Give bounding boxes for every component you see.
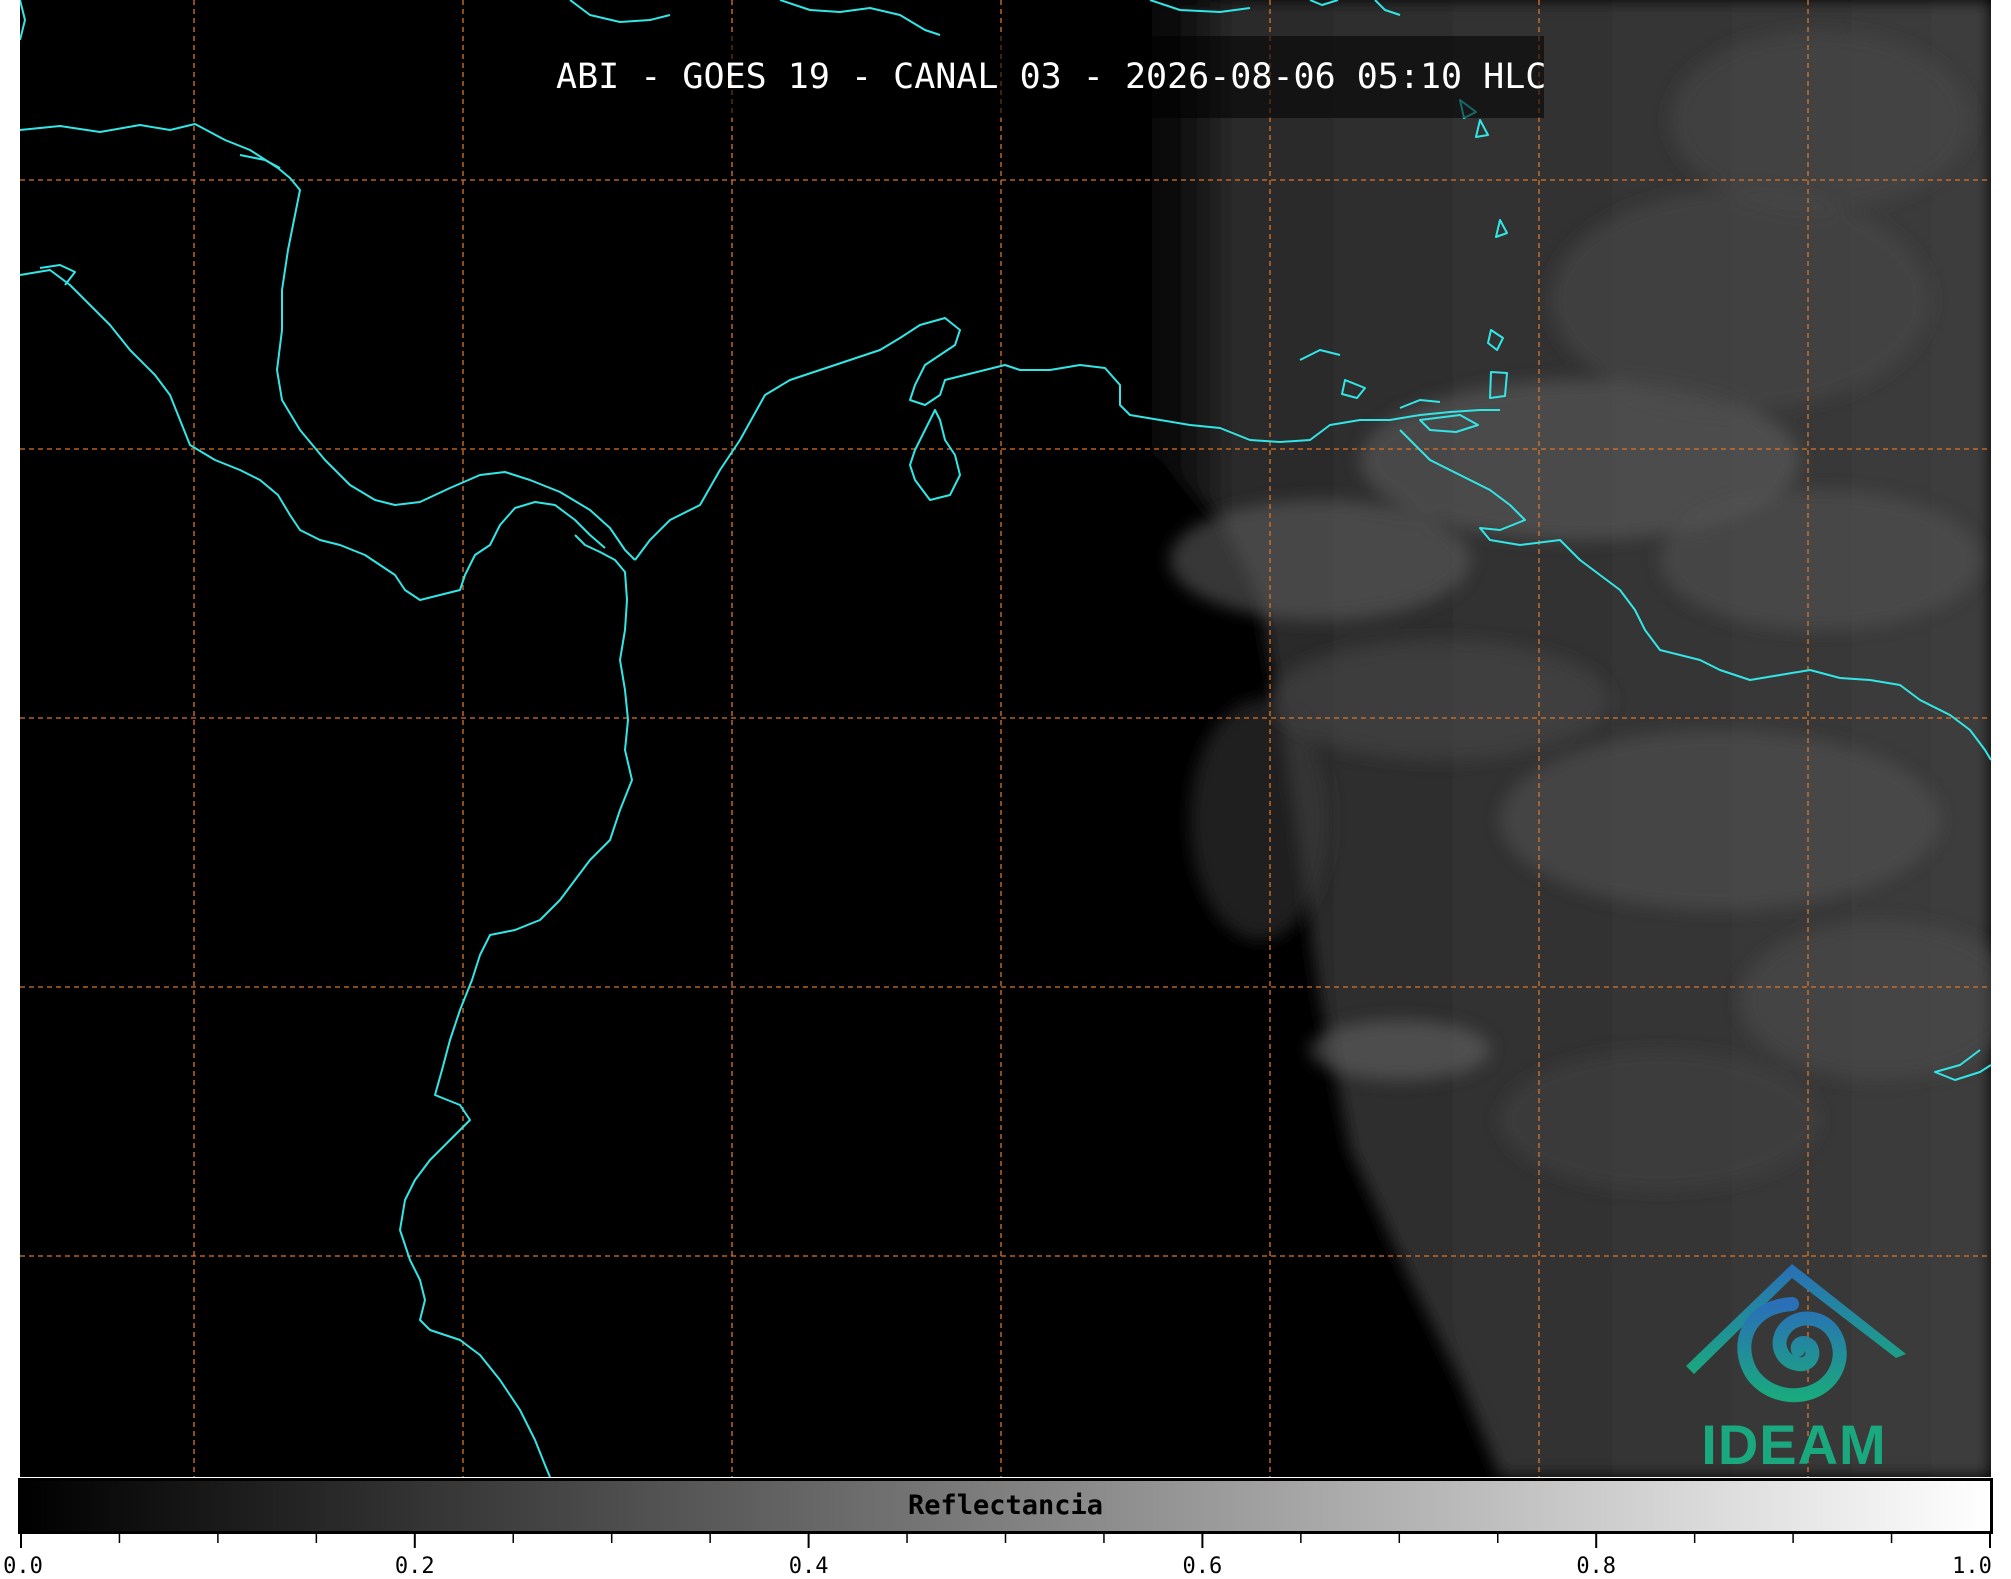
colorbar-tick-label: 0.4: [788, 1554, 829, 1579]
colorbar-tick-label: 0.8: [1576, 1554, 1617, 1579]
colorbar-ticks: 0.0 0.2 0.4 0.6 0.8 1.0: [0, 1534, 2011, 1579]
satellite-map: ABI - GOES 19 - CANAL 03 - 2026-08-06 05…: [20, 0, 1991, 1477]
image-title: ABI - GOES 19 - CANAL 03 - 2026-08-06 05…: [556, 36, 1546, 118]
ideam-logo-icon: IDEAM: [1674, 1254, 1914, 1476]
colorbar-tick-label: 1.0: [1952, 1554, 1992, 1579]
ideam-logo-mark: [1686, 1264, 1906, 1403]
colorbar-tick-marks: [20, 1534, 1991, 1548]
colorbar-tick-label: 0.2: [394, 1554, 435, 1579]
logo-text: IDEAM: [1701, 1413, 1887, 1476]
colorbar-tick-label: 0.6: [1182, 1554, 1223, 1579]
colorbar: Reflectancia: [18, 1478, 1993, 1534]
colorbar-label: Reflectancia: [907, 1490, 1104, 1521]
colorbar-tick-label: 0.0: [3, 1554, 43, 1579]
